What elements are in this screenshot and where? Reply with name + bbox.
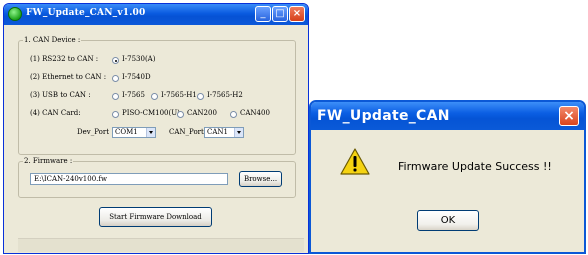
- radio-i7530a[interactable]: [112, 57, 119, 64]
- dialog-title: FW_Update_CAN: [317, 108, 450, 124]
- radio-i7565-h1[interactable]: [151, 93, 158, 100]
- can-port-value: CAN1: [207, 128, 228, 136]
- dialog-message: Firmware Update Success !!: [398, 160, 552, 173]
- radio-i7540d[interactable]: [112, 75, 119, 82]
- browse-button[interactable]: Browse...: [239, 171, 282, 187]
- dev-port-select[interactable]: COM1: [112, 127, 156, 138]
- rs232-label: (1) RS232 to CAN :: [30, 55, 99, 63]
- minimize-button[interactable]: _: [255, 6, 271, 22]
- dev-port-value: COM1: [115, 128, 138, 136]
- start-download-button[interactable]: Start Firmware Download: [99, 207, 212, 227]
- maximize-button[interactable]: □: [272, 6, 288, 22]
- radio-can200-label[interactable]: CAN200: [187, 109, 217, 117]
- main-window: FW_Update_CAN_v1.00 _ □ × 1. CAN Device …: [3, 3, 309, 254]
- radio-piso-cm100u-label[interactable]: PISO-CM100(U): [122, 109, 180, 117]
- radio-can400-label[interactable]: CAN400: [240, 109, 270, 117]
- firmware-path-input[interactable]: E:\ICAN-240v100.fw: [30, 173, 228, 185]
- radio-i7565[interactable]: [112, 93, 119, 100]
- radio-i7565-label[interactable]: I-7565: [122, 91, 145, 99]
- dev-port-dropdown-icon[interactable]: [146, 128, 155, 137]
- can-port-dropdown-icon[interactable]: [234, 128, 243, 137]
- usb-label: (3) USB to CAN :: [30, 91, 91, 99]
- radio-i7565-h2-label[interactable]: I-7565-H2: [207, 91, 243, 99]
- radio-i7530a-label[interactable]: I-7530(A): [122, 55, 155, 63]
- radio-i7540d-label[interactable]: I-7540D: [122, 73, 151, 81]
- dev-port-label: Dev_Port :: [77, 128, 114, 136]
- can-card-label: (4) CAN Card:: [30, 109, 81, 117]
- radio-can200[interactable]: [177, 111, 184, 118]
- firmware-legend: 2. Firmware :: [23, 157, 74, 165]
- success-dialog: FW_Update_CAN × Firmware Update Success …: [309, 100, 586, 254]
- warning-icon: [340, 148, 370, 175]
- radio-i7565-h2[interactable]: [197, 93, 204, 100]
- dialog-close-button[interactable]: ×: [559, 106, 579, 126]
- dialog-titlebar[interactable]: FW_Update_CAN ×: [311, 102, 584, 130]
- status-bar: [18, 238, 304, 252]
- app-icon: [8, 7, 22, 21]
- can-port-select[interactable]: CAN1: [204, 127, 244, 138]
- ok-button[interactable]: OK: [417, 210, 479, 231]
- main-titlebar[interactable]: FW_Update_CAN_v1.00 _ □ ×: [4, 4, 308, 25]
- radio-piso-cm100u[interactable]: [112, 111, 119, 118]
- main-window-title: FW_Update_CAN_v1.00: [26, 8, 146, 18]
- can-device-legend: 1. CAN Device :: [23, 36, 82, 44]
- radio-i7565-h1-label[interactable]: I-7565-H1: [161, 91, 197, 99]
- close-button[interactable]: ×: [289, 6, 305, 22]
- can-port-label: CAN_Port :: [169, 128, 209, 136]
- ethernet-label: (2) Ethernet to CAN :: [30, 73, 107, 81]
- radio-can400[interactable]: [230, 111, 237, 118]
